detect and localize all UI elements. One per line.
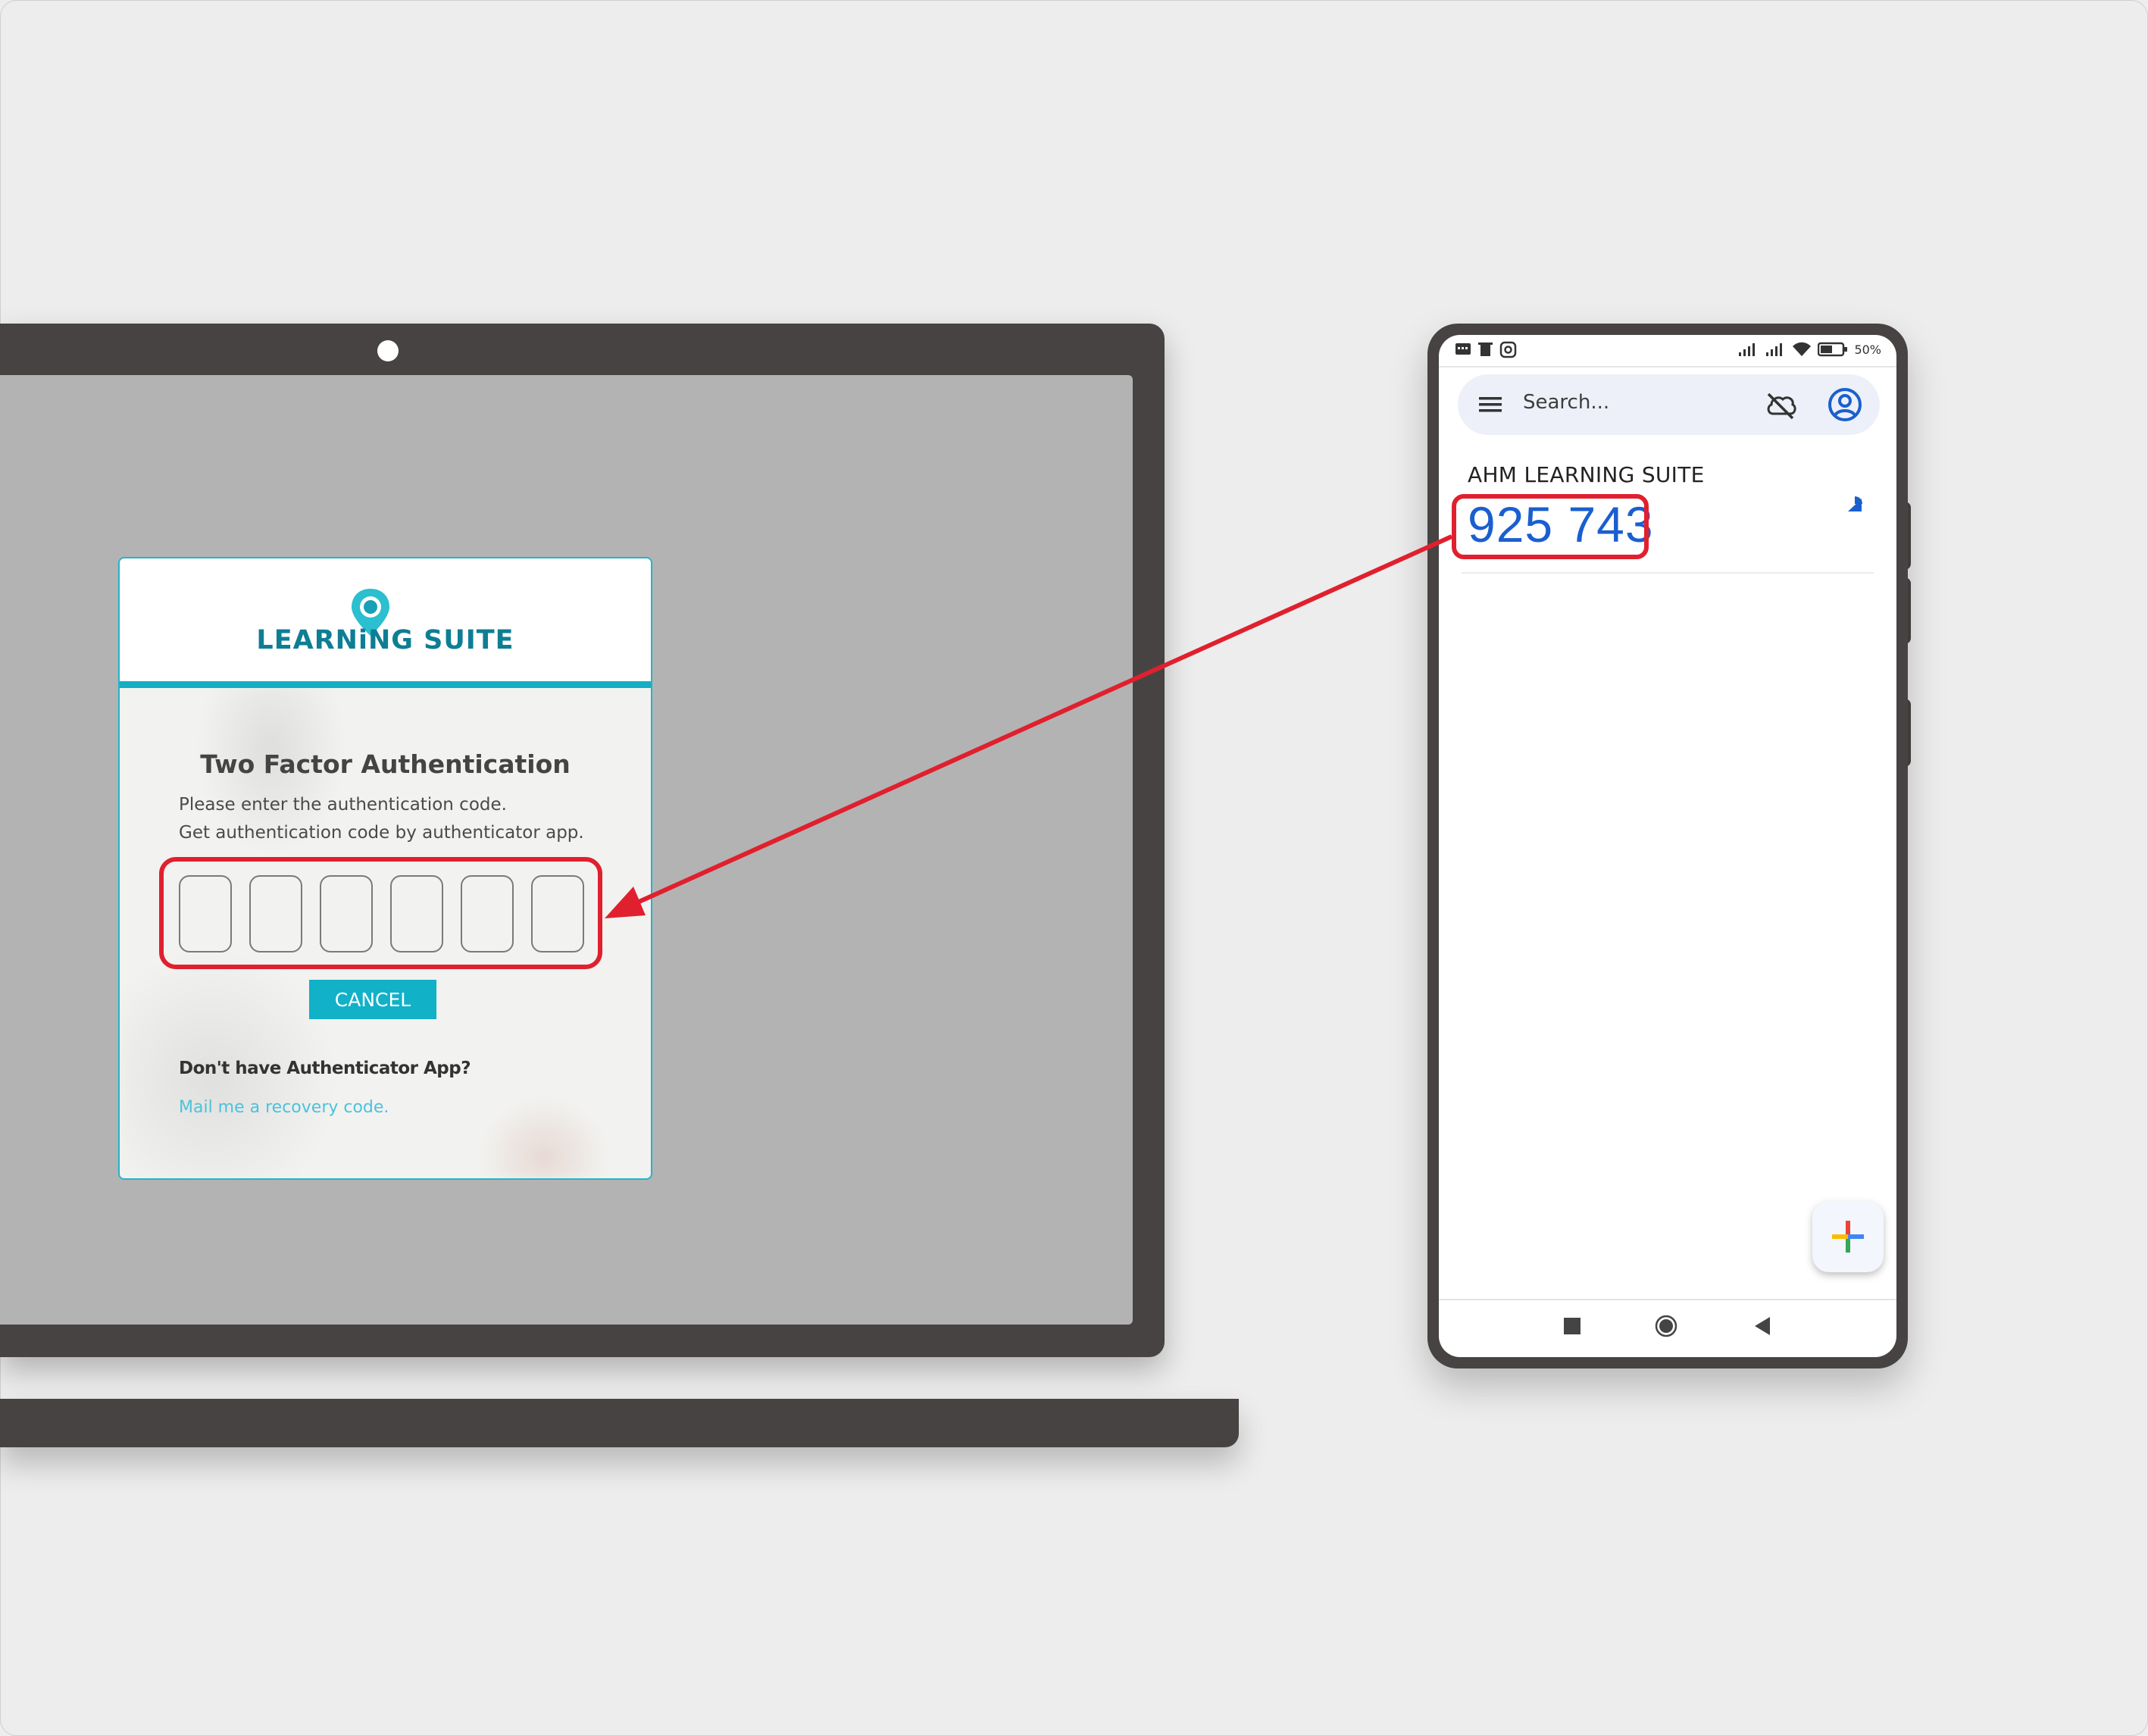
laptop-base xyxy=(0,1399,1239,1447)
cloud-off-icon[interactable] xyxy=(1764,388,1797,421)
notification-icons xyxy=(1455,341,1517,358)
authenticator-app-screen: 50% Search... AHM LEARNING SUITE 925 743 xyxy=(1439,335,1896,1357)
no-authenticator-prompt: Don't have Authenticator App? xyxy=(179,1059,471,1078)
wifi-icon xyxy=(1793,342,1812,356)
cancel-button[interactable]: CANCEL xyxy=(309,980,436,1019)
entry-divider xyxy=(1462,572,1874,574)
webcam-icon xyxy=(377,340,399,361)
search-input[interactable]: Search... xyxy=(1523,391,1609,414)
home-icon[interactable] xyxy=(1655,1315,1677,1337)
card-header: LEARNiNG SUITE xyxy=(120,558,651,681)
signal-icon-2 xyxy=(1766,343,1783,356)
signal-icon xyxy=(1739,343,1756,356)
otp-code-highlight xyxy=(1452,494,1649,559)
code-inputs-highlight xyxy=(159,857,602,969)
recents-icon[interactable] xyxy=(1564,1318,1581,1334)
add-account-button[interactable] xyxy=(1812,1201,1884,1272)
system-status-icons: 50% xyxy=(1737,339,1881,359)
nav-divider xyxy=(1439,1299,1896,1300)
card-title: Two Factor Authentication xyxy=(200,749,571,779)
instruction-text: Please enter the authentication code. xyxy=(179,795,507,815)
status-bar: 50% xyxy=(1439,335,1896,365)
plus-icon xyxy=(1832,1221,1864,1253)
battery-percentage: 50% xyxy=(1854,342,1881,357)
learning-suite-logo-text: LEARNiNG SUITE xyxy=(256,625,514,655)
instruction-text-secondary: Get authentication code by authenticator… xyxy=(179,823,584,843)
countdown-timer-icon xyxy=(1848,496,1862,511)
search-bar[interactable]: Search... xyxy=(1458,374,1880,435)
back-icon[interactable] xyxy=(1753,1315,1771,1337)
account-circle-icon[interactable] xyxy=(1827,386,1863,423)
header-accent-bar xyxy=(120,681,651,688)
mail-recovery-code-link[interactable]: Mail me a recovery code. xyxy=(179,1098,389,1117)
account-name: AHM LEARNING SUITE xyxy=(1468,462,1705,487)
status-divider xyxy=(1439,366,1896,368)
battery-icon xyxy=(1818,342,1848,357)
hamburger-menu-icon[interactable] xyxy=(1477,393,1503,417)
